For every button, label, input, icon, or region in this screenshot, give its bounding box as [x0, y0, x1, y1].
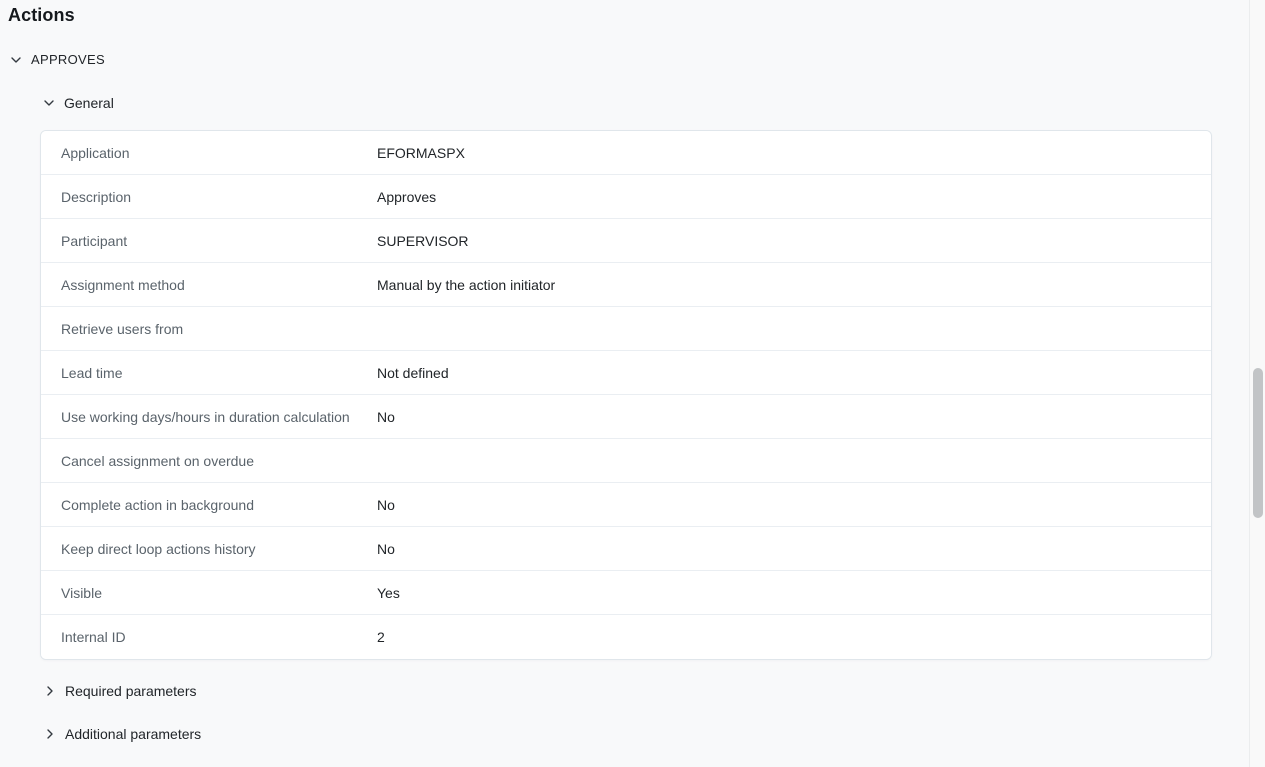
property-label: Complete action in background: [41, 497, 377, 513]
table-row: Visible Yes: [41, 571, 1211, 615]
chevron-down-icon: [43, 97, 55, 109]
property-value: 2: [377, 629, 1211, 645]
property-value: No: [377, 541, 1211, 557]
table-row: Cancel assignment on overdue: [41, 439, 1211, 483]
section-header-approves[interactable]: APPROVES: [10, 52, 105, 67]
section-label-general: General: [64, 95, 114, 111]
scrollbar-thumb[interactable]: [1253, 368, 1263, 518]
table-row: Complete action in background No: [41, 483, 1211, 527]
section-label-approves: APPROVES: [31, 52, 105, 67]
property-value: SUPERVISOR: [377, 233, 1211, 249]
property-value: Not defined: [377, 365, 1211, 381]
page-title: Actions: [8, 5, 75, 26]
table-row: Retrieve users from: [41, 307, 1211, 351]
property-label: Keep direct loop actions history: [41, 541, 377, 557]
section-label-required-parameters: Required parameters: [65, 683, 197, 699]
property-value: No: [377, 497, 1211, 513]
section-header-general[interactable]: General: [43, 95, 114, 111]
vertical-scrollbar[interactable]: [1249, 0, 1265, 767]
table-row: Keep direct loop actions history No: [41, 527, 1211, 571]
property-label: Use working days/hours in duration calcu…: [41, 409, 377, 425]
table-row: Use working days/hours in duration calcu…: [41, 395, 1211, 439]
property-value: No: [377, 409, 1211, 425]
chevron-right-icon: [44, 728, 56, 740]
property-value: Manual by the action initiator: [377, 277, 1211, 293]
table-row: Participant SUPERVISOR: [41, 219, 1211, 263]
property-label: Cancel assignment on overdue: [41, 453, 377, 469]
property-value: Approves: [377, 189, 1211, 205]
table-row: Internal ID 2: [41, 615, 1211, 659]
property-label: Visible: [41, 585, 377, 601]
property-value: EFORMASPX: [377, 145, 1211, 161]
property-label: Participant: [41, 233, 377, 249]
section-header-additional-parameters[interactable]: Additional parameters: [44, 726, 201, 742]
section-label-additional-parameters: Additional parameters: [65, 726, 201, 742]
chevron-right-icon: [44, 685, 56, 697]
section-header-required-parameters[interactable]: Required parameters: [44, 683, 197, 699]
actions-panel: Actions APPROVES General Application EFO…: [0, 0, 1265, 767]
property-label: Lead time: [41, 365, 377, 381]
property-label: Application: [41, 145, 377, 161]
general-properties-table: Application EFORMASPX Description Approv…: [40, 130, 1212, 660]
table-row: Description Approves: [41, 175, 1211, 219]
chevron-down-icon: [10, 54, 22, 66]
property-label: Internal ID: [41, 629, 377, 645]
property-label: Retrieve users from: [41, 321, 377, 337]
property-value: Yes: [377, 585, 1211, 601]
property-label: Assignment method: [41, 277, 377, 293]
property-label: Description: [41, 189, 377, 205]
table-row: Application EFORMASPX: [41, 131, 1211, 175]
table-row: Assignment method Manual by the action i…: [41, 263, 1211, 307]
table-row: Lead time Not defined: [41, 351, 1211, 395]
